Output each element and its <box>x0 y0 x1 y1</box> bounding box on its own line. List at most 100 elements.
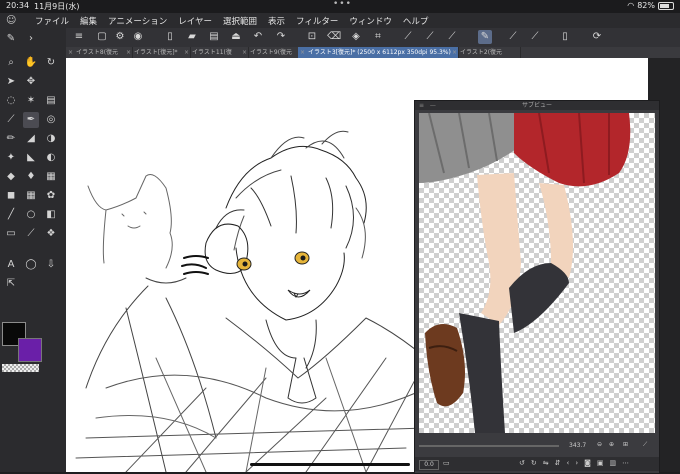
brush-tool-icon[interactable]: ◢ <box>23 131 39 147</box>
close-icon[interactable]: × <box>68 47 73 58</box>
snap-special-icon[interactable]: ⟋ <box>445 30 459 44</box>
new-page-icon[interactable]: ▯ <box>163 30 177 44</box>
lasso-tool-icon[interactable]: ◌ <box>3 93 19 109</box>
tab-illust2[interactable]: × イラスト2(復元 <box>450 47 521 58</box>
hand-tool-icon[interactable]: ✋ <box>23 55 39 71</box>
close-icon[interactable]: × <box>242 47 247 58</box>
layer-stack-icon[interactable]: ❖ <box>43 226 59 242</box>
text-tool-icon[interactable]: A <box>3 257 19 273</box>
hamburger-menu-icon[interactable]: ≡ <box>72 30 86 44</box>
rotate-slider-icon[interactable]: ▭ <box>443 459 450 467</box>
menu-selection[interactable]: 選択範囲 <box>223 15 257 27</box>
zoom-tool-icon[interactable]: ⌕ <box>3 55 19 71</box>
fill-icon[interactable]: ◈ <box>349 30 363 44</box>
clear-icon[interactable]: ⌫ <box>327 30 341 44</box>
ellipse-tool-icon[interactable]: ○ <box>23 207 39 223</box>
sub-color-swatch[interactable] <box>18 338 42 362</box>
eyedropper-icon[interactable]: ⟋ <box>643 441 647 449</box>
record-icon[interactable]: ◉ <box>131 30 145 44</box>
pencil-tool-icon[interactable]: ✏ <box>3 131 19 147</box>
fill-tool-icon[interactable]: ◼ <box>3 188 19 204</box>
pen-tool-icon[interactable]: ✎ <box>3 31 19 47</box>
navigator-icon[interactable]: ◧ <box>43 207 59 223</box>
move-layer-tool-icon[interactable]: ✥ <box>23 74 39 90</box>
export-icon[interactable]: ⏏ <box>229 30 243 44</box>
close-icon[interactable]: × <box>300 47 305 58</box>
subview-titlebar[interactable]: ≡ — サブビュー <box>415 101 659 110</box>
menu-layer[interactable]: レイヤー <box>178 15 212 27</box>
close-icon[interactable]: × <box>452 47 457 58</box>
pen-mode-icon[interactable]: ✎ <box>478 30 492 44</box>
new-file-icon[interactable]: ▢ <box>95 30 109 44</box>
undo-icon[interactable]: ↶ <box>251 30 265 44</box>
deselect-icon[interactable]: ⊡ <box>305 30 319 44</box>
blend-tool-icon[interactable]: ♦ <box>23 169 39 185</box>
menu-file[interactable]: ファイル <box>35 15 69 27</box>
next-image-icon[interactable]: › <box>575 459 578 467</box>
prev-image-icon[interactable]: ‹ <box>567 459 570 467</box>
tab-illust-restored[interactable]: × イラスト[復元]* <box>124 47 191 58</box>
settings-icon[interactable]: ⚙ <box>113 30 127 44</box>
airbrush-tool-icon[interactable]: ✦ <box>3 150 19 166</box>
fit-icon[interactable]: ⊞ <box>623 441 628 448</box>
menu-edit[interactable]: 編集 <box>80 15 97 27</box>
tab-illust11[interactable]: × イラスト11(復 <box>182 47 249 58</box>
figure-tool-icon[interactable]: ╱ <box>3 207 19 223</box>
material-icon[interactable]: ✿ <box>43 188 59 204</box>
frame-tool-icon[interactable]: ▭ <box>3 226 19 242</box>
crop-icon[interactable]: ⌗ <box>371 30 385 44</box>
balloon-tool-icon[interactable]: ◯ <box>23 257 39 273</box>
more-icon[interactable]: ⋯ <box>622 459 629 467</box>
device-icon[interactable]: ▯ <box>558 30 572 44</box>
flip-icon[interactable]: ⇋ <box>543 459 549 467</box>
rotate-right-icon[interactable]: ↻ <box>531 459 537 467</box>
menu-animation[interactable]: アニメーション <box>108 15 167 27</box>
palette-icon[interactable]: ◑ <box>43 131 59 147</box>
operation-tool-icon[interactable]: ➤ <box>3 74 19 90</box>
quick-access-icon[interactable]: ⟳ <box>590 30 604 44</box>
layer-icon[interactable]: ▤ <box>43 93 59 109</box>
decoration-tool-icon[interactable]: ◣ <box>23 150 39 166</box>
color-set-icon[interactable]: ▦ <box>43 169 59 185</box>
pressure-icon[interactable]: ⟋ <box>506 30 520 44</box>
import-icon[interactable]: ⇩ <box>43 257 59 273</box>
zoom-out-icon[interactable]: ⊖ <box>597 441 602 448</box>
panel-menu-icon[interactable]: ≡ — <box>419 101 438 110</box>
tab-illust8[interactable]: × イラスト8(復元 <box>66 47 133 58</box>
tab-illust9[interactable]: × イラスト9(復元 <box>240 47 307 58</box>
tab-illust3-active[interactable]: × イラスト3[復元]* (2500 x 6112px 350dpi 95.3%) <box>298 47 459 58</box>
pen-selected-tool-icon[interactable]: ✒ <box>23 112 39 128</box>
tool-chevron-icon[interactable]: › <box>23 31 39 47</box>
ruler-tool-icon[interactable]: ⟋ <box>23 226 39 242</box>
sub-tool-icon[interactable]: ◎ <box>43 112 59 128</box>
snap-ruler-icon[interactable]: ⟋ <box>423 30 437 44</box>
camera-icon[interactable]: ◙ <box>584 459 591 467</box>
ruler-icon[interactable]: ⟋ <box>401 30 415 44</box>
close-icon[interactable]: × <box>184 47 189 58</box>
close-icon[interactable]: × <box>126 47 131 58</box>
transparent-color-swatch[interactable] <box>2 364 39 372</box>
rotation-angle-input[interactable]: 0.0 <box>419 460 439 470</box>
open-folder-icon[interactable]: ▰ <box>185 30 199 44</box>
magic-wand-tool-icon[interactable]: ✶ <box>23 93 39 109</box>
menu-filter[interactable]: フィルター <box>296 15 338 27</box>
rotate-left-icon[interactable]: ↺ <box>519 459 525 467</box>
eyedropper-tool-icon[interactable]: ⟋ <box>3 112 19 128</box>
zoom-in-icon[interactable]: ⊕ <box>609 441 614 448</box>
rotate-tool-icon[interactable]: ↻ <box>43 55 59 71</box>
menu-window[interactable]: ウィンドウ <box>349 15 392 27</box>
delete-icon[interactable]: ▥ <box>610 459 617 467</box>
clip-studio-logo-icon[interactable]: ☺ <box>6 15 20 26</box>
flip-vertical-icon[interactable]: ⇵ <box>555 459 561 467</box>
menu-help[interactable]: ヘルプ <box>403 15 429 27</box>
menu-view[interactable]: 表示 <box>268 15 285 27</box>
multitasking-dots-icon[interactable]: ••• <box>333 0 352 9</box>
save-icon[interactable]: ▤ <box>207 30 221 44</box>
correct-line-tool-icon[interactable]: ⇱ <box>3 276 19 292</box>
zoom-slider[interactable] <box>419 445 559 447</box>
eraser-tool-icon[interactable]: ◆ <box>3 169 19 185</box>
color-wheel-icon[interactable]: ◐ <box>43 150 59 166</box>
gradient-tool-icon[interactable]: ▦ <box>23 188 39 204</box>
import-image-icon[interactable]: ▣ <box>597 459 604 467</box>
stabilizer-icon[interactable]: ⟋ <box>528 30 542 44</box>
